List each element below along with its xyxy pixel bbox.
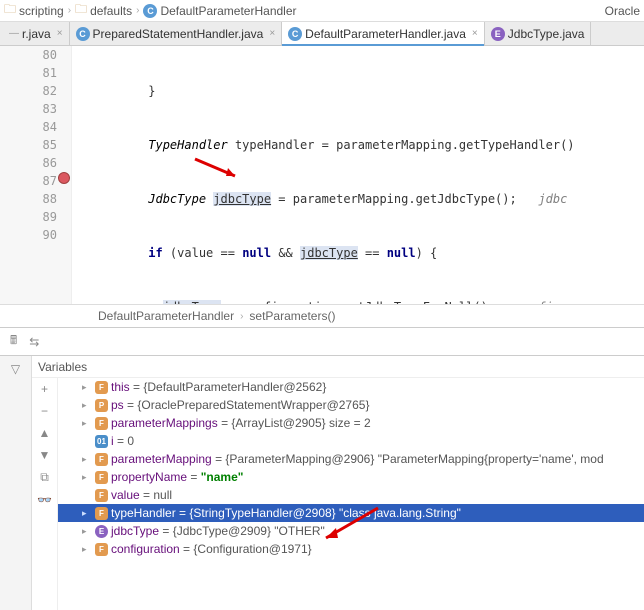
expand-icon[interactable]: ▸: [82, 454, 92, 465]
variable-row[interactable]: ▸F parameterMappings = {ArrayList@2905} …: [58, 414, 644, 432]
variables-panel: ▽ Variables + − ▲ ▼ ⧉ 👓 ▸F this = {Defau…: [0, 356, 644, 610]
class-icon: C: [288, 27, 302, 41]
code-line: if (value == null && jdbcType == null) {: [72, 244, 644, 262]
editor-tabs: — r.java × C PreparedStatementHandler.ja…: [0, 22, 644, 46]
copy-icon[interactable]: ⧉: [40, 470, 49, 485]
expand-icon[interactable]: ▸: [82, 418, 92, 429]
annotation-arrow: [318, 506, 388, 546]
chevron-right-icon: ›: [136, 5, 139, 16]
expand-icon[interactable]: ▸: [82, 400, 92, 411]
variable-type-icon: F: [95, 453, 108, 466]
tab-file[interactable]: E JdbcType.java: [485, 22, 592, 45]
expand-icon[interactable]: ▸: [82, 382, 92, 393]
variable-text: i = 0: [111, 434, 134, 448]
code-line: }: [72, 82, 644, 100]
variable-text: configuration = {Configuration@1971}: [111, 542, 312, 556]
folder-icon: 🗀: [75, 0, 87, 21]
filter-icon[interactable]: ▽: [11, 362, 20, 376]
tab-file[interactable]: C PreparedStatementHandler.java ×: [70, 22, 283, 45]
variables-toolbar: + − ▲ ▼ ⧉ 👓: [32, 378, 58, 610]
method-breadcrumb[interactable]: DefaultParameterHandler › setParameters(…: [0, 304, 644, 328]
breadcrumbs: 🗀scripting › 🗀defaults › CDefaultParamet…: [0, 0, 644, 22]
variable-text: value = null: [111, 488, 172, 502]
close-icon[interactable]: ×: [472, 28, 478, 39]
variable-type-icon: F: [95, 489, 108, 502]
breadcrumb-item[interactable]: 🗀defaults: [75, 0, 132, 21]
up-icon[interactable]: ▲: [39, 426, 51, 440]
add-icon[interactable]: +: [41, 382, 48, 396]
code-area[interactable]: } TypeHandler typeHandler = parameterMap…: [72, 46, 644, 304]
breadcrumb-item[interactable]: CDefaultParameterHandler: [143, 4, 296, 18]
variable-row[interactable]: ▸F parameterMapping = {ParameterMapping@…: [58, 450, 644, 468]
close-icon[interactable]: —: [9, 28, 19, 39]
variable-row[interactable]: ▸F propertyName = "name": [58, 468, 644, 486]
variable-row[interactable]: ▸P ps = {OraclePreparedStatementWrapper@…: [58, 396, 644, 414]
variable-type-icon: 01: [95, 435, 108, 448]
class-icon: C: [143, 4, 157, 18]
debug-toolbar: 🖩 ⇆: [0, 328, 644, 356]
top-right-label: Oracle: [605, 0, 644, 22]
variable-text: typeHandler = {StringTypeHandler@2908} "…: [111, 506, 461, 520]
variable-text: parameterMapping = {ParameterMapping@290…: [111, 452, 604, 466]
chevron-right-icon: ›: [240, 311, 243, 322]
variable-row[interactable]: 01 i = 0: [58, 432, 644, 450]
debug-side-toolbar: ▽: [0, 356, 32, 610]
variable-text: this = {DefaultParameterHandler@2562}: [111, 380, 326, 394]
expand-icon[interactable]: ▸: [82, 508, 92, 519]
breakpoint-icon[interactable]: [58, 172, 70, 184]
variable-type-icon: F: [95, 543, 108, 556]
variable-type-icon: F: [95, 471, 108, 484]
tab-file[interactable]: — r.java ×: [0, 22, 70, 45]
close-icon[interactable]: ×: [269, 28, 275, 39]
code-line: JdbcType jdbcType = parameterMapping.get…: [72, 190, 644, 208]
variables-tree[interactable]: ▸F this = {DefaultParameterHandler@2562}…: [58, 378, 644, 610]
expand-icon[interactable]: ▸: [82, 526, 92, 537]
variables-header: Variables: [32, 356, 644, 378]
remove-icon[interactable]: −: [41, 404, 48, 418]
code-editor[interactable]: 80 81 82 83 84 85 86 87 88 89 90 } TypeH…: [0, 46, 644, 304]
expand-icon[interactable]: ▸: [82, 472, 92, 483]
variable-type-icon: F: [95, 507, 108, 520]
class-icon: C: [76, 27, 90, 41]
variable-type-icon: F: [95, 381, 108, 394]
breadcrumb-item[interactable]: 🗀scripting: [4, 0, 64, 21]
variable-text: propertyName = "name": [111, 470, 243, 484]
code-line: TypeHandler typeHandler = parameterMappi…: [72, 136, 644, 154]
code-line: jdbcType = configuration.getJdbcTypeForN…: [72, 298, 644, 304]
variable-row[interactable]: F value = null: [58, 486, 644, 504]
gutter[interactable]: 80 81 82 83 84 85 86 87 88 89 90: [0, 46, 72, 304]
variable-type-icon: F: [95, 417, 108, 430]
calculator-icon[interactable]: 🖩: [10, 331, 17, 352]
variable-type-icon: E: [95, 525, 108, 538]
chevron-right-icon: ›: [68, 5, 71, 16]
variable-text: parameterMappings = {ArrayList@2905} siz…: [111, 416, 371, 430]
variable-row[interactable]: ▸F this = {DefaultParameterHandler@2562}: [58, 378, 644, 396]
expand-icon[interactable]: ▸: [82, 544, 92, 555]
tab-file-active[interactable]: C DefaultParameterHandler.java ×: [282, 22, 485, 45]
variable-text: ps = {OraclePreparedStatementWrapper@276…: [111, 398, 369, 412]
down-icon[interactable]: ▼: [39, 448, 51, 462]
variable-type-icon: P: [95, 399, 108, 412]
variable-text: jdbcType = {JdbcType@2909} "OTHER": [111, 524, 325, 538]
annotation-arrow: [190, 154, 250, 184]
close-icon[interactable]: ×: [57, 28, 63, 39]
enum-icon: E: [491, 27, 505, 41]
collapse-icon[interactable]: ⇆: [29, 335, 39, 349]
folder-icon: 🗀: [4, 0, 16, 21]
glasses-icon[interactable]: 👓: [37, 493, 52, 507]
